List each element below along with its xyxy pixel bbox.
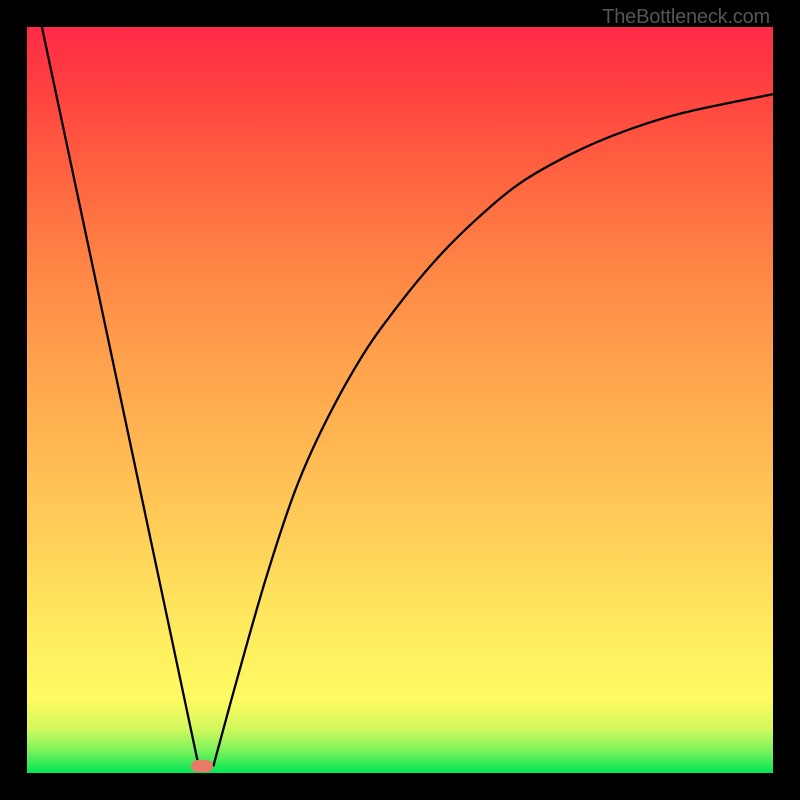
plot-area bbox=[27, 27, 773, 773]
bottleneck-curve bbox=[27, 27, 773, 773]
attribution-label: TheBottleneck.com bbox=[602, 6, 770, 29]
optimum-marker bbox=[191, 760, 213, 772]
chart-frame: TheBottleneck.com bbox=[0, 0, 800, 800]
